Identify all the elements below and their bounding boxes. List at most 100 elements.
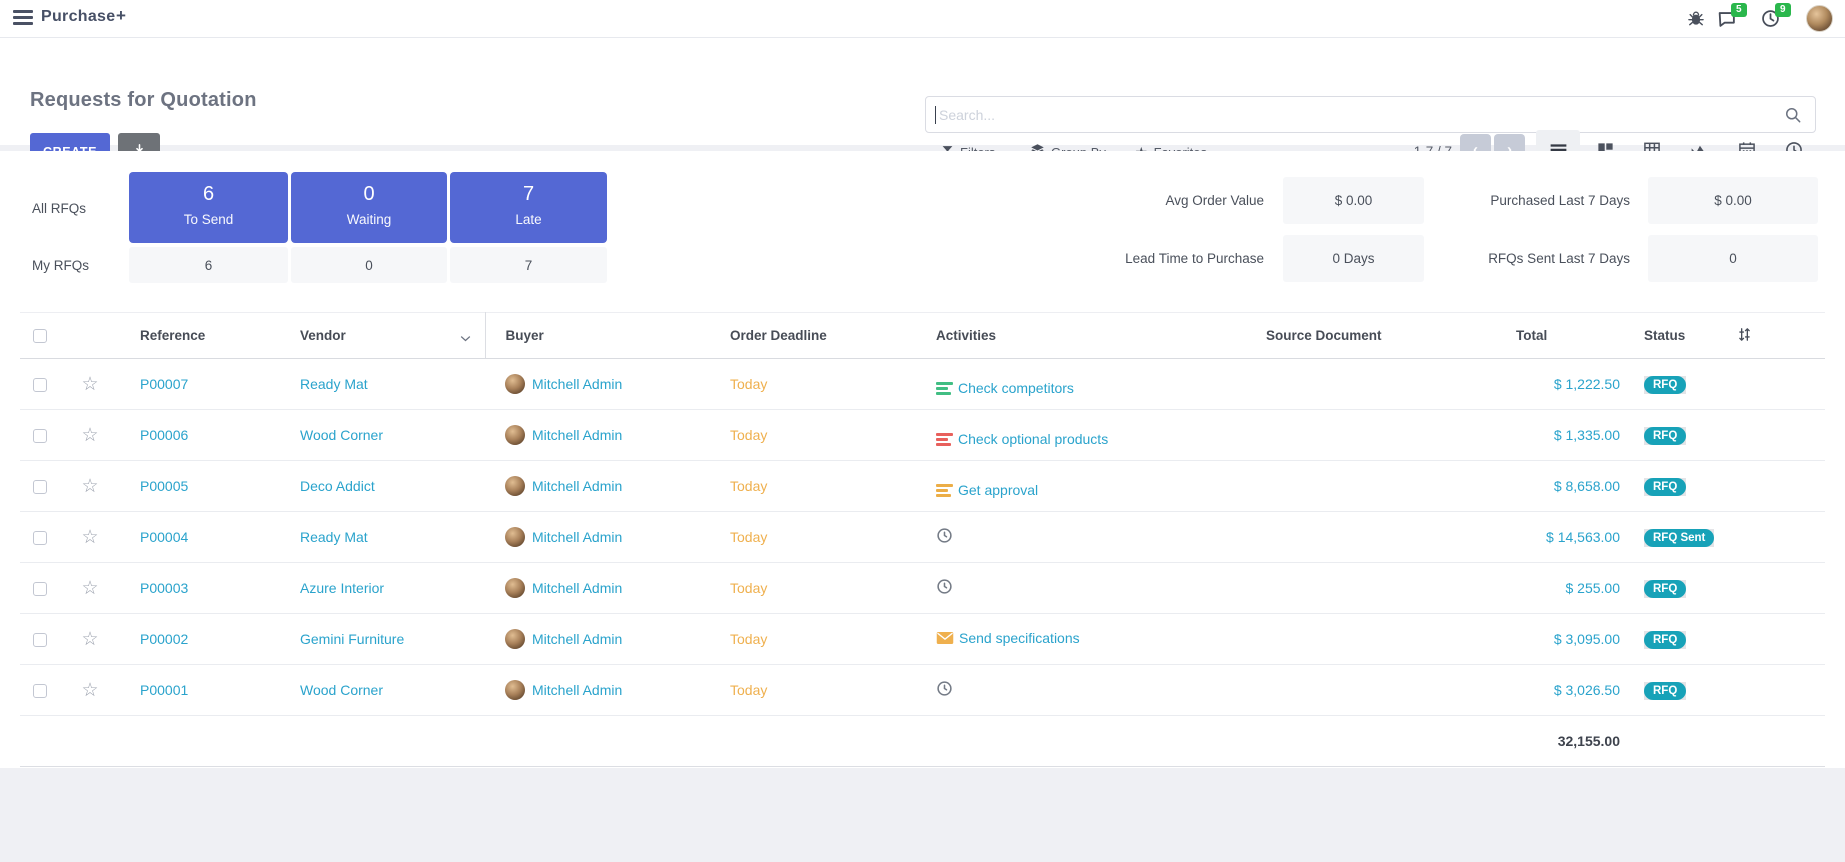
activity-cell[interactable] — [936, 680, 958, 697]
vendor-link[interactable]: Deco Addict — [300, 478, 375, 494]
favorite-star-icon[interactable]: ☆ — [81, 629, 98, 650]
row-checkbox[interactable] — [33, 378, 47, 392]
reference-link[interactable]: P00003 — [140, 580, 188, 596]
header-buyer[interactable]: Buyer — [485, 313, 710, 359]
vendor-link[interactable]: Gemini Furniture — [300, 631, 404, 647]
row-checkbox[interactable] — [33, 531, 47, 545]
all-rfqs-filter[interactable]: All RFQs — [32, 201, 86, 216]
favorite-star-icon[interactable]: ☆ — [81, 578, 98, 599]
buyer-link[interactable]: Mitchell Admin — [532, 529, 622, 545]
table-row[interactable]: ☆ P00002 Gemini Furniture Mitchell Admin… — [20, 614, 1825, 665]
card-late-label: Late — [450, 212, 607, 227]
activity-cell[interactable]: Send specifications — [936, 630, 1080, 646]
table-row[interactable]: ☆ P00005 Deco Addict Mitchell Admin Toda… — [20, 461, 1825, 512]
status-badge: RFQ — [1644, 478, 1686, 496]
table-row[interactable]: ☆ P00001 Wood Corner Mitchell Admin Toda… — [20, 665, 1825, 716]
order-deadline: Today — [730, 529, 767, 545]
header-order-deadline[interactable]: Order Deadline — [710, 313, 936, 359]
search-icon[interactable] — [1783, 105, 1803, 125]
card-to-send-label: To Send — [129, 212, 288, 227]
favorite-star-icon[interactable]: ☆ — [81, 527, 98, 548]
search-input[interactable]: Search... — [925, 96, 1816, 133]
hamburger-menu-icon[interactable] — [13, 10, 33, 26]
buyer-link[interactable]: Mitchell Admin — [532, 478, 622, 494]
reference-link[interactable]: P00007 — [140, 376, 188, 392]
clock-icon — [936, 527, 953, 544]
select-all-checkbox[interactable] — [33, 329, 47, 343]
source-document — [1266, 410, 1516, 461]
buyer-link[interactable]: Mitchell Admin — [532, 580, 622, 596]
buyer-avatar — [505, 476, 525, 496]
card-waiting[interactable]: 0 Waiting — [291, 172, 447, 243]
vendor-link[interactable]: Wood Corner — [300, 427, 383, 443]
header-total[interactable]: Total — [1516, 313, 1626, 359]
adjust-columns-icon[interactable] — [1736, 313, 1825, 359]
source-document — [1266, 359, 1516, 410]
text-caret — [935, 106, 936, 124]
card-waiting-label: Waiting — [291, 212, 447, 227]
row-checkbox[interactable] — [33, 480, 47, 494]
card-to-send[interactable]: 6 To Send — [129, 172, 288, 243]
plus-icon[interactable]: + — [116, 6, 126, 26]
row-checkbox[interactable] — [33, 684, 47, 698]
buyer-link[interactable]: Mitchell Admin — [532, 427, 622, 443]
topbar: Purchase + 5 9 — [0, 0, 1845, 38]
my-rfqs-filter[interactable]: My RFQs — [32, 258, 89, 273]
reference-link[interactable]: P00006 — [140, 427, 188, 443]
vendor-link[interactable]: Ready Mat — [300, 529, 368, 545]
activity-cell[interactable] — [936, 578, 958, 595]
source-document — [1266, 614, 1516, 665]
buyer-avatar — [505, 374, 525, 394]
stat-purchased-7-days[interactable]: $ 0.00 — [1648, 177, 1818, 224]
stat-rfqs-sent-7-days-label: RFQs Sent Last 7 Days — [1330, 251, 1630, 266]
buyer-link[interactable]: Mitchell Admin — [532, 682, 622, 698]
vendor-link[interactable]: Azure Interior — [300, 580, 384, 596]
header-activities[interactable]: Activities — [936, 313, 1266, 359]
table-header-row: Reference Vendor Buyer Order Deadline Ac… — [20, 313, 1825, 359]
header-reference[interactable]: Reference — [115, 313, 280, 359]
favorite-star-icon[interactable]: ☆ — [81, 374, 98, 395]
activity-cell[interactable]: Get approval — [936, 482, 1038, 498]
bug-icon[interactable] — [1686, 8, 1708, 30]
my-late-count[interactable]: 7 — [450, 247, 607, 283]
activity-cell[interactable]: Check optional products — [936, 431, 1108, 447]
reference-link[interactable]: P00005 — [140, 478, 188, 494]
total-amount: $ 3,026.50 — [1554, 682, 1620, 698]
user-avatar[interactable] — [1806, 5, 1833, 32]
table-row[interactable]: ☆ P00004 Ready Mat Mitchell Admin Today … — [20, 512, 1825, 563]
card-late[interactable]: 7 Late — [450, 172, 607, 243]
row-checkbox[interactable] — [33, 429, 47, 443]
buyer-link[interactable]: Mitchell Admin — [532, 631, 622, 647]
buyer-avatar — [505, 425, 525, 445]
buyer-link[interactable]: Mitchell Admin — [532, 376, 622, 392]
my-to-send-count[interactable]: 6 — [129, 247, 288, 283]
table-row[interactable]: ☆ P00003 Azure Interior Mitchell Admin T… — [20, 563, 1825, 614]
my-waiting-count[interactable]: 0 — [291, 247, 447, 283]
stat-rfqs-sent-7-days[interactable]: 0 — [1648, 235, 1818, 282]
row-checkbox[interactable] — [33, 633, 47, 647]
table-sum-row: 32,155.00 — [20, 716, 1825, 767]
card-late-count: 7 — [450, 183, 607, 206]
page-title: Requests for Quotation — [30, 89, 257, 112]
reference-link[interactable]: P00002 — [140, 631, 188, 647]
table-row[interactable]: ☆ P00007 Ready Mat Mitchell Admin Today … — [20, 359, 1825, 410]
reference-link[interactable]: P00004 — [140, 529, 188, 545]
header-status[interactable]: Status — [1626, 313, 1736, 359]
activity-cell[interactable]: Check competitors — [936, 380, 1074, 396]
source-document — [1266, 563, 1516, 614]
reference-link[interactable]: P00001 — [140, 682, 188, 698]
favorite-star-icon[interactable]: ☆ — [81, 425, 98, 446]
vendor-link[interactable]: Wood Corner — [300, 682, 383, 698]
header-vendor[interactable]: Vendor — [280, 313, 485, 359]
total-amount: $ 14,563.00 — [1546, 529, 1620, 545]
vendor-link[interactable]: Ready Mat — [300, 376, 368, 392]
favorite-star-icon[interactable]: ☆ — [81, 680, 98, 701]
stat-lead-time-label: Lead Time to Purchase — [964, 251, 1264, 266]
header-source-document[interactable]: Source Document — [1266, 313, 1516, 359]
favorite-star-icon[interactable]: ☆ — [81, 476, 98, 497]
row-checkbox[interactable] — [33, 582, 47, 596]
table-row[interactable]: ☆ P00006 Wood Corner Mitchell Admin Toda… — [20, 410, 1825, 461]
app-menu-purchase[interactable]: Purchase — [41, 8, 115, 26]
stat-avg-order-value-label: Avg Order Value — [964, 193, 1264, 208]
activity-cell[interactable] — [936, 527, 958, 544]
